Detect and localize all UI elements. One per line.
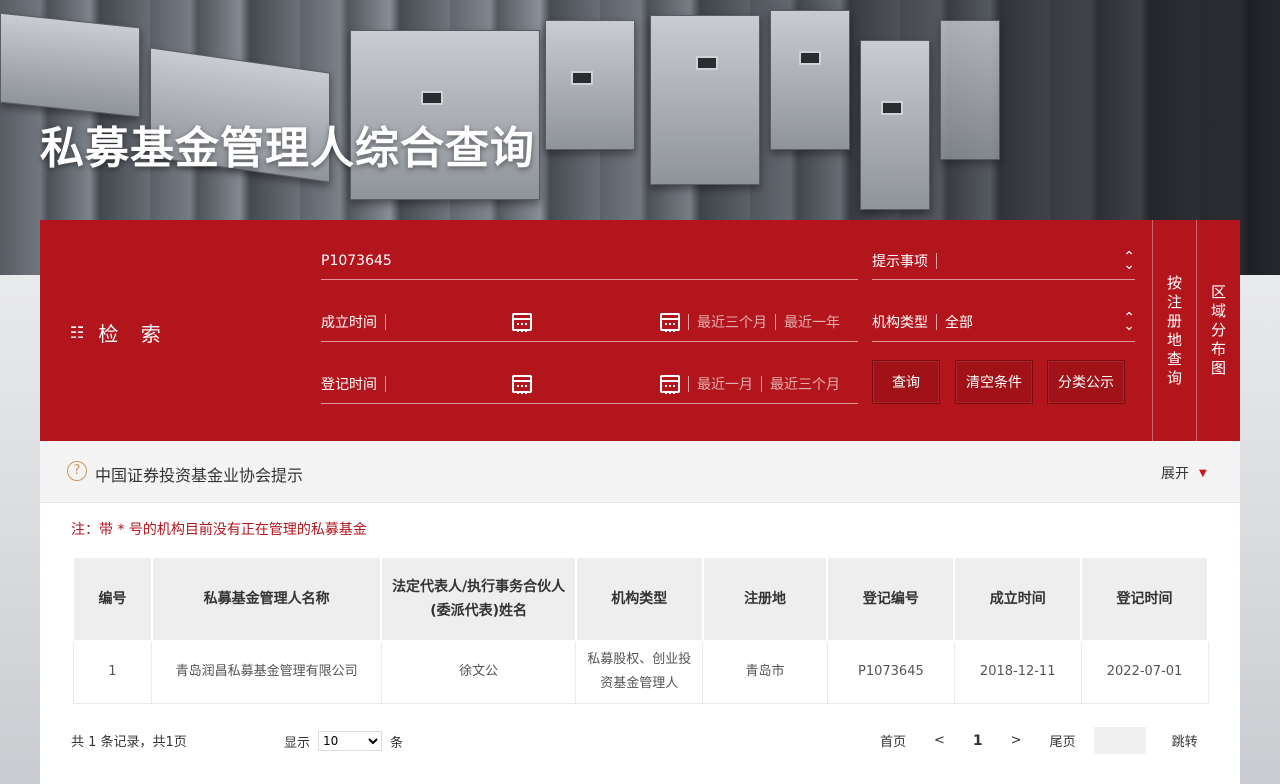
registered-date-range: 登记时间 最近一月 最近三个月	[321, 364, 858, 404]
hint-select[interactable]: 提示事项 ⌃ ⌄	[872, 242, 1135, 280]
expand-toggle[interactable]: 展开 ▼	[1161, 463, 1207, 483]
column-header: 机构类型	[574, 556, 704, 642]
tab-query-by-region[interactable]: 按注册地查询	[1152, 220, 1196, 441]
cell-number: 1	[72, 640, 153, 704]
divider	[385, 375, 386, 392]
tab-query-by-region-label: 按注册地查询	[1166, 273, 1182, 387]
registered-label: 登记时间	[321, 376, 377, 393]
note-text: 注：带 * 号的机构目前没有正在管理的私募基金	[71, 522, 367, 538]
hint-label: 提示事项	[872, 253, 928, 270]
column-header: 私募基金管理人名称	[150, 556, 383, 642]
cabinet-drawer	[860, 40, 930, 210]
cell-legal-rep: 徐文公	[380, 640, 577, 704]
cell-manager-name[interactable]: 青岛润昌私募基金管理有限公司	[151, 640, 382, 704]
keyword-input-value[interactable]: P1073645	[321, 253, 392, 269]
calendar-icon[interactable]	[660, 312, 680, 332]
clear-button[interactable]: 清空条件	[955, 360, 1033, 404]
caret-down-icon: ▼	[1199, 467, 1207, 479]
current-page[interactable]: 1	[973, 733, 983, 749]
divider	[936, 252, 937, 269]
page-size-unit: 条	[390, 735, 404, 751]
divider	[385, 313, 386, 330]
last-page-button[interactable]: 尾页	[1050, 731, 1076, 750]
divider	[936, 313, 937, 330]
org-type-label: 机构类型	[872, 314, 928, 331]
table-row: 1 青岛润昌私募基金管理有限公司 徐文公 私募股权、创业投资基金管理人 青岛市 …	[72, 640, 1209, 704]
page-title: 私募基金管理人综合查询	[40, 123, 535, 174]
cell-registration-no: P1073645	[826, 640, 955, 704]
page-size-control: 显示 10 条	[284, 731, 403, 751]
expand-label: 展开	[1161, 466, 1189, 482]
search-label-text: 检 索	[98, 322, 169, 346]
filter-sliders-icon: ☷	[70, 323, 85, 342]
column-header: 编号	[72, 556, 153, 642]
cabinet-drawer	[940, 20, 1000, 160]
cabinet-drawer	[0, 12, 140, 118]
tab-region-distribution[interactable]: 区域分布图	[1196, 220, 1240, 441]
quick-last-three-months[interactable]: 最近三个月	[697, 312, 767, 332]
next-page-button[interactable]: >	[1011, 733, 1022, 748]
column-header: 登记时间	[1080, 556, 1209, 642]
cell-established-date: 2018-12-11	[953, 640, 1082, 704]
org-type-value: 全部	[945, 314, 973, 331]
column-header: 法定代表人/执行事务合伙人(委派代表)姓名	[380, 556, 577, 642]
question-icon: ?	[67, 461, 87, 481]
cabinet-drawer	[770, 10, 850, 150]
select-arrows-icon: ⌃ ⌄	[1123, 309, 1135, 334]
select-arrows-icon: ⌃ ⌄	[1123, 248, 1135, 273]
query-button[interactable]: 查询	[872, 360, 940, 404]
keyword-field[interactable]: P1073645	[321, 242, 858, 280]
cabinet-drawer	[545, 20, 635, 150]
org-type-select[interactable]: 机构类型 全部 ⌃ ⌄	[872, 302, 1135, 342]
quick-last-month[interactable]: 最近一月	[697, 374, 753, 394]
record-summary: 共 1 条记录，共1页	[71, 735, 187, 750]
divider	[775, 313, 776, 330]
search-panel: ☷ 检 索 P1073645 提示事项 ⌃ ⌄ 成立时间 最近三个月 最近一年 机…	[40, 220, 1240, 441]
quick-last-year[interactable]: 最近一年	[784, 312, 840, 332]
established-label: 成立时间	[321, 314, 377, 331]
cabinet-drawer	[650, 15, 760, 185]
cell-registered-date: 2022-07-01	[1080, 640, 1209, 704]
divider	[761, 375, 762, 392]
column-header: 成立时间	[953, 556, 1083, 642]
page-size-select[interactable]: 10	[318, 731, 383, 751]
notice-bar: ? 中国证券投资基金业协会提示 展开 ▼	[40, 441, 1240, 503]
pagination: 首页 < 1 > 尾页 跳转	[880, 727, 1198, 754]
page-size-label: 显示	[284, 735, 311, 751]
table-header-row: 编号 私募基金管理人名称 法定代表人/执行事务合伙人(委派代表)姓名 机构类型 …	[72, 556, 1209, 642]
prev-page-button[interactable]: <	[934, 733, 945, 748]
established-date-range: 成立时间 最近三个月 最近一年	[321, 302, 858, 342]
cell-region: 青岛市	[702, 640, 828, 704]
category-button[interactable]: 分类公示	[1047, 360, 1125, 404]
results-panel: ? 中国证券投资基金业协会提示 展开 ▼ 注：带 * 号的机构目前没有正在管理的…	[40, 441, 1240, 784]
calendar-icon[interactable]	[512, 312, 532, 332]
column-header: 登记编号	[826, 556, 956, 642]
column-header: 注册地	[701, 556, 829, 642]
cell-org-type: 私募股权、创业投资基金管理人	[575, 640, 704, 704]
divider	[688, 375, 689, 392]
search-label: ☷ 检 索	[70, 318, 169, 347]
quick-last-three-months[interactable]: 最近三个月	[770, 374, 840, 394]
notice-title: 中国证券投资基金业协会提示	[95, 466, 304, 485]
jump-page-input[interactable]	[1093, 727, 1146, 754]
calendar-icon[interactable]	[512, 374, 532, 394]
jump-button[interactable]: 跳转	[1172, 731, 1198, 750]
divider	[688, 313, 689, 330]
first-page-button[interactable]: 首页	[880, 731, 906, 750]
tab-region-distribution-label: 区域分布图	[1210, 283, 1226, 377]
results-table: 编号 私募基金管理人名称 法定代表人/执行事务合伙人(委派代表)姓名 机构类型 …	[72, 556, 1209, 704]
calendar-icon[interactable]	[660, 374, 680, 394]
